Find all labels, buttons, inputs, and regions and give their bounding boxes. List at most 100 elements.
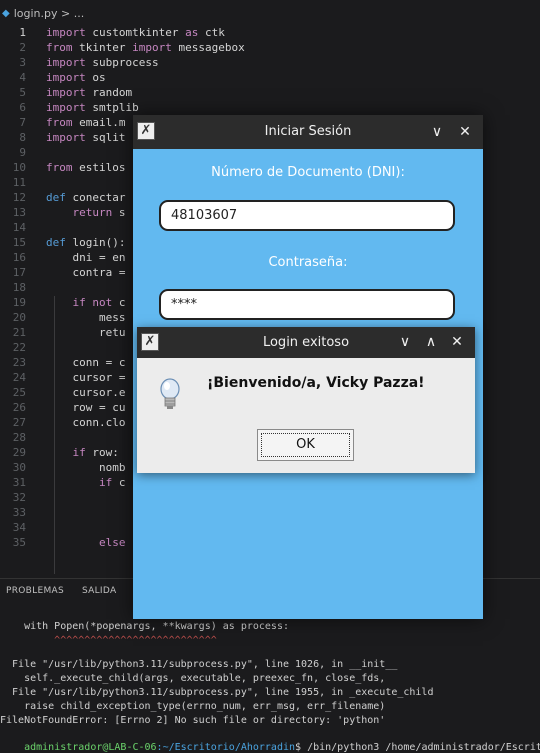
code-text: row = cu [46, 401, 126, 414]
line-number: 32 [12, 491, 26, 504]
line-number: 8 [19, 131, 26, 144]
line-number: 5 [19, 86, 26, 99]
code-line[interactable]: 11 [0, 176, 46, 190]
code-line[interactable]: 31 if c [0, 476, 126, 490]
code-text: import customtkinter as ctk [46, 26, 225, 39]
code-text: from email.m [46, 116, 126, 129]
code-line[interactable]: 24 cursor = [0, 371, 126, 385]
login-titlebar[interactable]: ✗ Iniciar Sesión ∨ ✕ [133, 115, 483, 149]
code-line[interactable]: 33 [0, 506, 46, 520]
code-text: conn = c [46, 356, 126, 369]
line-number: 20 [12, 311, 26, 324]
line-number: 1 [19, 26, 26, 39]
line-number: 9 [19, 146, 26, 159]
close-button[interactable]: ✕ [445, 327, 469, 358]
code-line[interactable]: 15 def login(): [0, 236, 126, 250]
line-number: 11 [12, 176, 26, 189]
minimize-button[interactable]: ∨ [425, 115, 449, 149]
line-number: 25 [12, 386, 26, 399]
code-line[interactable]: 27 conn.clo [0, 416, 126, 430]
tab-output[interactable]: SALIDA [82, 586, 116, 596]
line-number: 33 [12, 506, 26, 519]
code-line[interactable]: 29 if row: [0, 446, 119, 460]
code-line[interactable]: 13 return s [0, 206, 126, 220]
terminal-prompt: administrador@LAB-C-06:~/Escritorio/Ahor… [0, 728, 540, 753]
line-number: 10 [12, 161, 26, 174]
code-text: return s [72, 206, 126, 219]
welcome-message: ¡Bienvenido/a, Vicky Pazza! [207, 375, 425, 391]
dialog-titlebar[interactable]: ✗ Login exitoso ∨ ∧ ✕ [137, 327, 475, 358]
tab-problems[interactable]: PROBLEMAS [6, 586, 64, 596]
code-line[interactable]: 23 conn = c [0, 356, 126, 370]
code-line[interactable]: 9 [0, 146, 46, 160]
line-number: 3 [19, 56, 26, 69]
password-field[interactable]: **** [159, 289, 455, 320]
line-number: 31 [12, 476, 26, 489]
code-line[interactable]: 17 contra = [0, 266, 126, 280]
close-button[interactable]: ✕ [453, 115, 477, 149]
code-text: import os [46, 71, 106, 84]
minimize-button[interactable]: ∨ [393, 327, 417, 358]
code-line[interactable]: 19 if not c [0, 296, 126, 310]
line-number: 22 [12, 341, 26, 354]
line-number: 35 [12, 536, 26, 549]
code-line[interactable]: 28 [0, 431, 46, 445]
code-line[interactable]: 7 from email.m [0, 116, 125, 130]
code-text: import subprocess [46, 56, 159, 69]
code-text: import random [46, 86, 133, 99]
code-line[interactable]: 2 from tkinter import messagebox [0, 41, 245, 55]
code-text: from tkinter import messagebox [46, 41, 245, 54]
line-number: 12 [12, 191, 26, 204]
code-line[interactable]: 21 retu [0, 326, 126, 340]
dni-field[interactable]: 48103607 [159, 200, 455, 231]
code-text: dni = en [46, 251, 126, 264]
line-number: 15 [12, 236, 26, 249]
code-line[interactable]: 12 def conectar [0, 191, 126, 205]
line-number: 34 [12, 521, 26, 534]
line-number: 28 [12, 431, 26, 444]
line-number: 2 [19, 41, 26, 54]
code-line[interactable]: 35 else [0, 536, 126, 550]
lightbulb-icon [160, 378, 180, 409]
line-number: 13 [12, 206, 26, 219]
code-text: cursor = [46, 371, 126, 384]
code-line[interactable]: 5 import random [0, 86, 132, 100]
ok-button-label: OK [296, 437, 315, 452]
ok-button[interactable]: OK [257, 429, 354, 461]
code-line[interactable]: 22 [0, 341, 46, 355]
code-line[interactable]: 6 import smtplib [0, 101, 138, 115]
code-text: import sqlit [46, 131, 126, 144]
code-line[interactable]: 30 nomb [0, 461, 126, 475]
code-text: nomb [46, 461, 126, 474]
code-line[interactable]: 26 row = cu [0, 401, 126, 415]
code-line[interactable]: 16 dni = en [0, 251, 126, 265]
code-text: if not c [72, 296, 126, 309]
terminal-line: File "/usr/lib/python3.11/subprocess.py"… [0, 687, 434, 698]
terminal[interactable]: with Popen(*popenargs, **kwargs) as proc… [0, 602, 540, 753]
line-number: 26 [12, 401, 26, 414]
terminal-line: with Popen(*popenargs, **kwargs) as proc… [0, 621, 289, 632]
code-line[interactable]: 18 [0, 281, 46, 295]
prompt-command: $ /bin/python3 /home/administrador/Escri… [295, 742, 540, 753]
code-text: def conectar [46, 191, 126, 204]
terminal-line: raise child_exception_type(errno_num, er… [0, 701, 386, 712]
python-file-icon: ◆ [2, 7, 10, 19]
maximize-button[interactable]: ∧ [419, 327, 443, 358]
code-line[interactable]: 3 import subprocess [0, 56, 159, 70]
line-number: 16 [12, 251, 26, 264]
line-number: 23 [12, 356, 26, 369]
prompt-user: administrador@LAB-C-06 [24, 742, 157, 753]
line-number: 14 [12, 221, 26, 234]
line-number: 29 [12, 446, 26, 459]
breadcrumb[interactable]: ◆ login.py > ... [0, 0, 540, 26]
code-line[interactable]: 4 import os [0, 71, 106, 85]
code-line[interactable]: 8 import sqlit [0, 131, 126, 145]
code-line[interactable]: 14 [0, 221, 46, 235]
code-line[interactable]: 1 import customtkinter as ctk [0, 26, 225, 40]
line-number: 19 [12, 296, 26, 309]
